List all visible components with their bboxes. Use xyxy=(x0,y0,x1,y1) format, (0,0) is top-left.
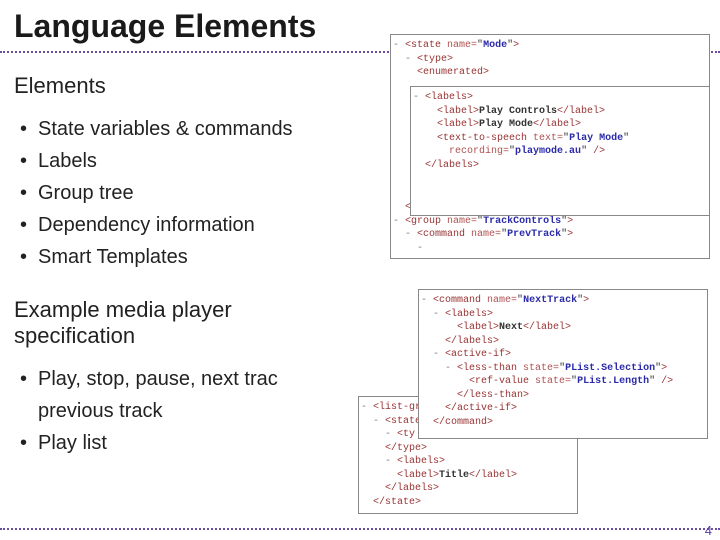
divider-bottom xyxy=(0,528,720,530)
bullet-item: Labels xyxy=(38,145,356,177)
elements-heading: Elements xyxy=(14,73,356,99)
code-panel-labels: - <labels> <label>Play Controls</label> … xyxy=(410,86,710,216)
example-heading: Example media player specification xyxy=(14,297,356,349)
bullet-item: Dependency information xyxy=(38,209,356,241)
bullet-item: Play list xyxy=(38,427,356,459)
example-list: Play, stop, pause, next trac previous tr… xyxy=(14,363,356,459)
bullet-item: Smart Templates xyxy=(38,241,356,273)
text-content: Elements State variables & commands Labe… xyxy=(0,55,370,459)
bullet-item: Group tree xyxy=(38,177,356,209)
elements-list: State variables & commands Labels Group … xyxy=(14,113,356,273)
code-panel-command: - <command name="NextTrack"> - <labels> … xyxy=(418,289,708,439)
bullet-item: Play, stop, pause, next trac previous tr… xyxy=(38,363,356,427)
bullet-item: State variables & commands xyxy=(38,113,356,145)
slide-number: 4 xyxy=(705,523,712,538)
